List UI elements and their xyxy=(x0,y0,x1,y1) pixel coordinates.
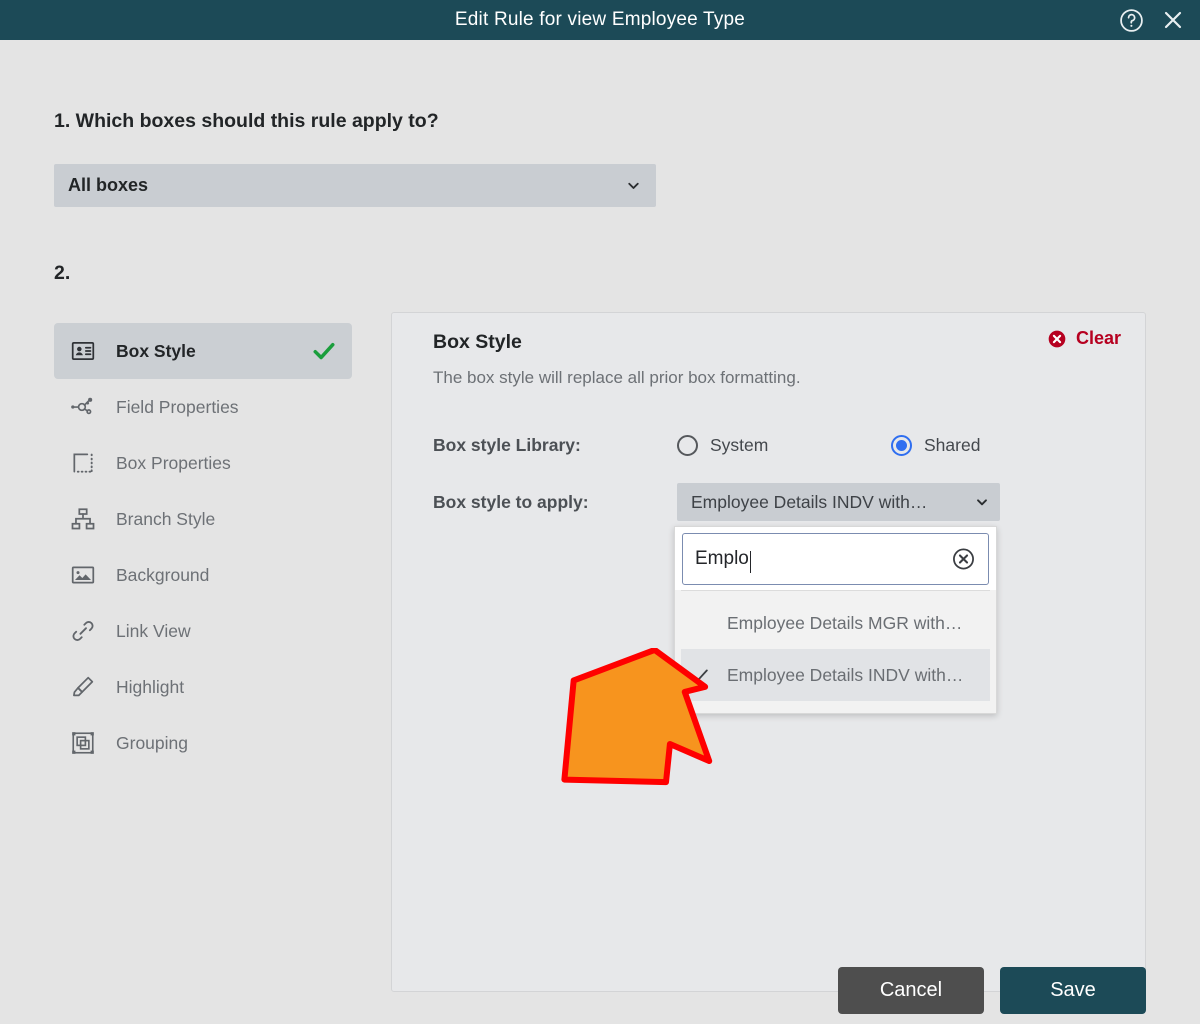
sidebar-item-label: Background xyxy=(116,564,210,585)
cancel-button[interactable]: Cancel xyxy=(838,967,984,1014)
sidebar-item-box-properties[interactable]: Box Properties xyxy=(54,435,352,491)
circle-x-icon[interactable] xyxy=(951,547,976,572)
box-style-select-value: Employee Details INDV with… xyxy=(691,491,928,512)
help-circle-icon[interactable] xyxy=(1118,7,1144,33)
sidebar-item-label: Box Properties xyxy=(116,452,231,473)
sidebar-item-background[interactable]: Background xyxy=(54,547,352,603)
sidebar-item-label: Highlight xyxy=(116,676,185,697)
sidebar-item-grouping[interactable]: Grouping xyxy=(54,715,352,771)
titlebar-actions xyxy=(1118,0,1186,40)
chevron-down-icon xyxy=(974,494,990,510)
sidebar-item-box-style[interactable]: Box Style xyxy=(54,323,352,379)
node-graph-icon xyxy=(68,392,98,422)
sidebar-item-branch-style[interactable]: Branch Style xyxy=(54,491,352,547)
box-style-library-row: Box style Library: System Shared xyxy=(433,435,1105,456)
radio-system-indicator xyxy=(677,435,698,456)
dropdown-search-input[interactable]: Emplo xyxy=(682,533,989,585)
check-icon xyxy=(310,337,338,365)
close-icon[interactable] xyxy=(1160,7,1186,33)
box-style-apply-label: Box style to apply: xyxy=(433,491,589,512)
boxes-scope-value: All boxes xyxy=(68,175,149,195)
save-button[interactable]: Save xyxy=(1000,967,1146,1014)
sidebar-item-label: Box Style xyxy=(116,340,196,361)
check-icon xyxy=(689,664,711,686)
highlighter-icon xyxy=(68,672,98,702)
org-chart-icon xyxy=(68,504,98,534)
dropdown-search-value: Emplo xyxy=(695,548,749,569)
radio-shared[interactable]: Shared xyxy=(891,435,1105,456)
dropdown-option-list: Employee Details MGR with… Employee Deta… xyxy=(675,591,996,713)
radio-shared-label: Shared xyxy=(924,435,981,455)
dialog-title: Edit Rule for view Employee Type xyxy=(454,9,746,30)
panel-title: Box Style xyxy=(433,331,522,353)
sidebar-item-label: Field Properties xyxy=(116,396,239,417)
boxes-scope-select[interactable]: All boxes xyxy=(54,164,656,207)
dialog-footer: Cancel Save xyxy=(838,967,1146,1014)
sidebar-item-label: Link View xyxy=(116,620,191,641)
dashed-box-icon xyxy=(68,448,98,478)
panel-subtitle: The box style will replace all prior box… xyxy=(433,368,801,387)
radio-shared-indicator xyxy=(891,435,912,456)
sidebar-item-field-properties[interactable]: Field Properties xyxy=(54,379,352,435)
box-style-dropdown: Emplo Employee Details MGR with… Employe… xyxy=(674,526,997,714)
box-style-select[interactable]: Employee Details INDV with… xyxy=(677,483,1000,521)
box-style-apply-row: Box style to apply: Employee Details IND… xyxy=(433,483,1105,521)
id-card-icon xyxy=(68,336,98,366)
dialog-body: 1. Which boxes should this rule apply to… xyxy=(0,40,1200,1024)
link-chain-icon xyxy=(68,616,98,646)
box-style-panel: Box Style The box style will replace all… xyxy=(391,312,1146,992)
sidebar-item-highlight[interactable]: Highlight xyxy=(54,659,352,715)
image-icon xyxy=(68,560,98,590)
dropdown-search-wrap: Emplo xyxy=(675,527,996,590)
grouping-frame-icon xyxy=(68,728,98,758)
dialog-titlebar: Edit Rule for view Employee Type xyxy=(0,0,1200,40)
radio-system-label: System xyxy=(710,435,769,455)
dropdown-option-mgr[interactable]: Employee Details MGR with… xyxy=(681,597,990,649)
dropdown-option-indv[interactable]: Employee Details INDV with… xyxy=(681,649,990,701)
rule-category-sidebar: Box Style Field Properties Box Propertie… xyxy=(54,323,352,771)
text-caret xyxy=(749,551,751,573)
chevron-down-icon xyxy=(625,177,642,194)
radio-system[interactable]: System xyxy=(677,435,891,456)
error-circle-x-icon xyxy=(1047,329,1067,349)
sidebar-item-link-view[interactable]: Link View xyxy=(54,603,352,659)
step-2-heading: 2. xyxy=(54,262,71,284)
step-1-heading: 1. Which boxes should this rule apply to… xyxy=(54,110,439,132)
dropdown-option-label: Employee Details MGR with… xyxy=(727,612,963,633)
box-style-library-label: Box style Library: xyxy=(433,435,581,455)
clear-label: Clear xyxy=(1075,328,1121,348)
clear-button[interactable]: Clear xyxy=(1047,328,1121,349)
edit-rule-dialog: Edit Rule for view Employee Type 1. Whic… xyxy=(0,0,1200,1024)
dropdown-option-label: Employee Details INDV with… xyxy=(727,664,964,685)
panel-header: Box Style The box style will replace all… xyxy=(433,331,801,388)
sidebar-item-label: Branch Style xyxy=(116,508,216,529)
sidebar-item-label: Grouping xyxy=(116,732,188,753)
